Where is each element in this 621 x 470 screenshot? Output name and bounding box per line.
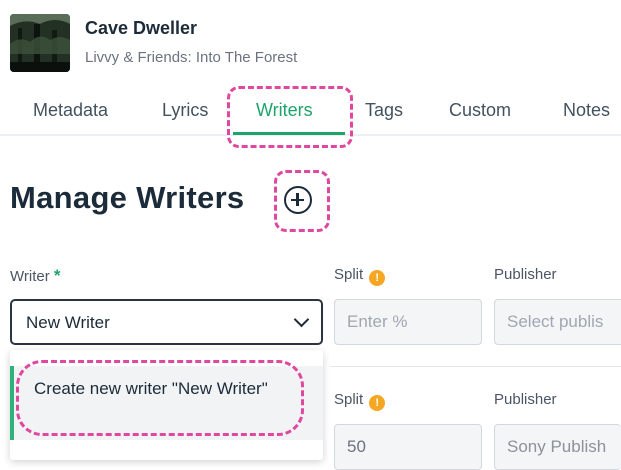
publisher-label: Publisher — [494, 266, 557, 283]
tab-custom[interactable]: Custom — [449, 100, 511, 121]
required-mark: * — [53, 266, 61, 285]
info-icon[interactable]: ! — [369, 270, 386, 286]
create-writer-option[interactable]: Create new writer "New Writer" — [10, 366, 323, 440]
tab-tags[interactable]: Tags — [365, 100, 403, 121]
split-input[interactable]: Enter % — [334, 299, 482, 345]
publisher-select[interactable]: Select publis — [494, 299, 621, 345]
writer-label-text: Writer — [10, 268, 50, 285]
tab-notes[interactable]: Notes — [563, 100, 610, 121]
split-label-2: Split! — [334, 391, 386, 411]
writer-select-value: New Writer — [26, 313, 110, 332]
album-name: Livvy & Friends: Into The Forest — [85, 49, 298, 66]
split-label-2-text: Split — [334, 391, 364, 408]
writer-label: Writer * — [10, 266, 61, 286]
split-label: Split! — [334, 266, 386, 286]
plus-circle-icon[interactable] — [284, 186, 312, 214]
song-title: Cave Dweller — [85, 18, 198, 38]
create-writer-option-label: Create new writer "New Writer" — [34, 379, 268, 398]
publisher-select-2[interactable]: Sony Publish — [494, 424, 621, 470]
tab-writers[interactable]: Writers — [256, 100, 313, 121]
publisher-label-2: Publisher — [494, 391, 557, 408]
tab-lyrics[interactable]: Lyrics — [162, 100, 208, 121]
row-divider — [330, 366, 621, 367]
writer-select[interactable]: New Writer — [10, 299, 323, 345]
active-tab-indicator — [233, 132, 345, 135]
info-icon[interactable]: ! — [369, 395, 386, 411]
writer-dropdown: Create new writer "New Writer" — [10, 350, 323, 460]
split-label-text: Split — [334, 266, 364, 283]
page-title: Manage Writers — [10, 180, 245, 215]
tab-metadata[interactable]: Metadata — [33, 100, 108, 121]
album-cover — [10, 14, 70, 72]
split-input-2[interactable]: 50 — [334, 424, 482, 470]
chevron-down-icon — [293, 311, 310, 328]
